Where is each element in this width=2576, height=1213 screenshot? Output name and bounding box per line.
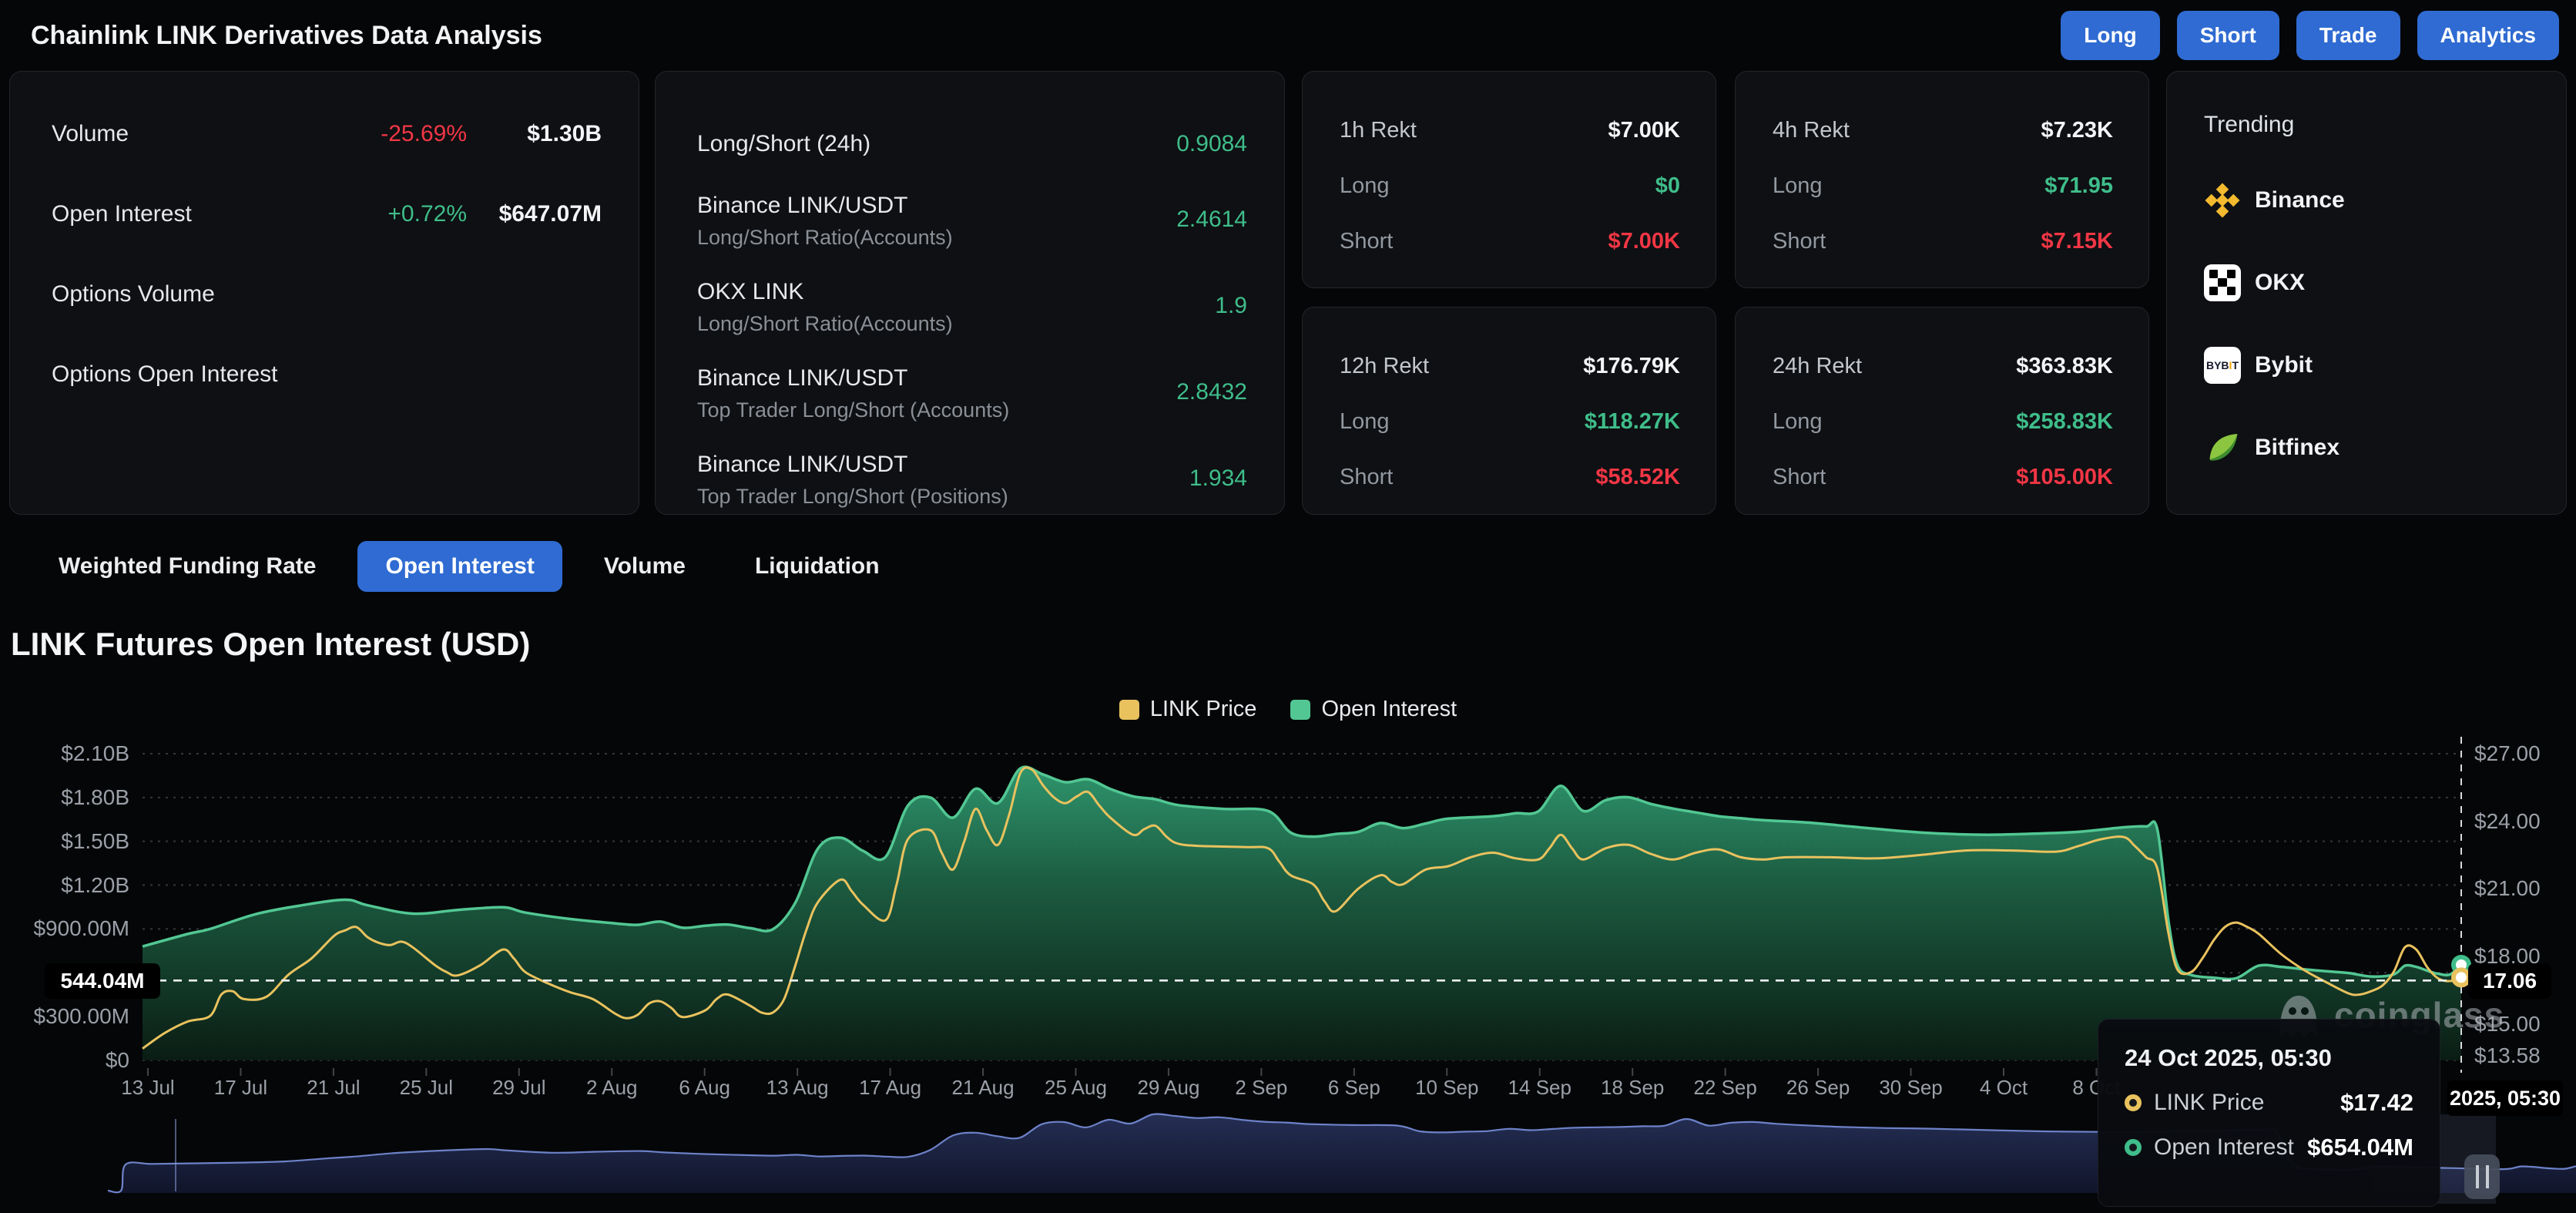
- left-axis-label: $900.00M: [6, 916, 129, 941]
- right-axis-label: $27.00: [2474, 741, 2541, 766]
- x-axis-label: 22 Sep: [1693, 1076, 1756, 1100]
- chart-tooltip: 24 Oct 2025, 05:30 LINK Price $17.42 Open …: [2098, 1019, 2440, 1207]
- tooltip-series-dot: [2125, 1139, 2142, 1156]
- left-axis-label: $1.50B: [6, 829, 129, 854]
- x-axis-label: 30 Sep: [1879, 1076, 1942, 1100]
- tooltip-series-dot: [2125, 1094, 2142, 1111]
- x-axis-label: 2 Sep: [1235, 1076, 1287, 1100]
- x-axis-label: 25 Aug: [1045, 1076, 1107, 1100]
- x-axis-label: 29 Jul: [492, 1076, 545, 1100]
- left-axis-label: $300.00M: [6, 1004, 129, 1029]
- x-axis-label: 14 Sep: [1508, 1076, 1571, 1100]
- left-axis-label: $1.80B: [6, 785, 129, 810]
- x-axis-label: 6 Aug: [679, 1076, 730, 1100]
- right-axis-label: $13.58: [2474, 1043, 2541, 1068]
- price-current-pill: 17.06: [2468, 963, 2551, 999]
- x-axis-label: 10 Sep: [1415, 1076, 1478, 1100]
- open-interest-current-pill: 544.04M: [45, 963, 160, 999]
- x-axis-label: 21 Aug: [952, 1076, 1015, 1100]
- x-axis-label: 25 Jul: [400, 1076, 453, 1100]
- chart-region[interactable]: $2.10B $1.80B $1.50B $1.20B $900.00M $300.00M…: [0, 0, 2576, 1213]
- x-axis-label: 29 Aug: [1137, 1076, 1199, 1100]
- tooltip-row: Open Interest $654.04M: [2125, 1134, 2413, 1161]
- tooltip-title: 24 Oct 2025, 05:30: [2125, 1044, 2413, 1072]
- left-axis-label: $2.10B: [6, 741, 129, 766]
- x-axis-label: 17 Aug: [859, 1076, 921, 1100]
- tooltip-series-value: $654.04M: [2307, 1134, 2413, 1161]
- right-axis-label: $24.00: [2474, 809, 2541, 834]
- tooltip-series-label: Open Interest: [2154, 1134, 2294, 1161]
- x-axis-label: 6 Sep: [1328, 1076, 1380, 1100]
- tooltip-series-label: LINK Price: [2154, 1090, 2264, 1116]
- tooltip-rows: LINK Price $17.42 Open Interest $654.04M: [2125, 1089, 2413, 1161]
- x-axis-label: 2 Aug: [586, 1076, 638, 1100]
- left-axis-label: $0: [6, 1048, 129, 1073]
- x-axis-label: 13 Aug: [766, 1076, 829, 1100]
- tooltip-series-value: $17.42: [2340, 1089, 2413, 1117]
- x-axis-label: 4 Oct: [1980, 1076, 2028, 1100]
- x-axis-label: 17 Jul: [214, 1076, 267, 1100]
- crosshair-time-pill: 2025, 05:30: [2447, 1080, 2563, 1116]
- x-axis-label: 26 Sep: [1786, 1076, 1850, 1100]
- tooltip-row: LINK Price $17.42: [2125, 1089, 2413, 1117]
- x-axis-label: 18 Sep: [1601, 1076, 1664, 1100]
- x-axis-label: 21 Jul: [307, 1076, 360, 1100]
- x-axis-label: 13 Jul: [121, 1076, 174, 1100]
- left-axis-label: $1.20B: [6, 873, 129, 898]
- right-axis-label: $21.00: [2474, 876, 2541, 901]
